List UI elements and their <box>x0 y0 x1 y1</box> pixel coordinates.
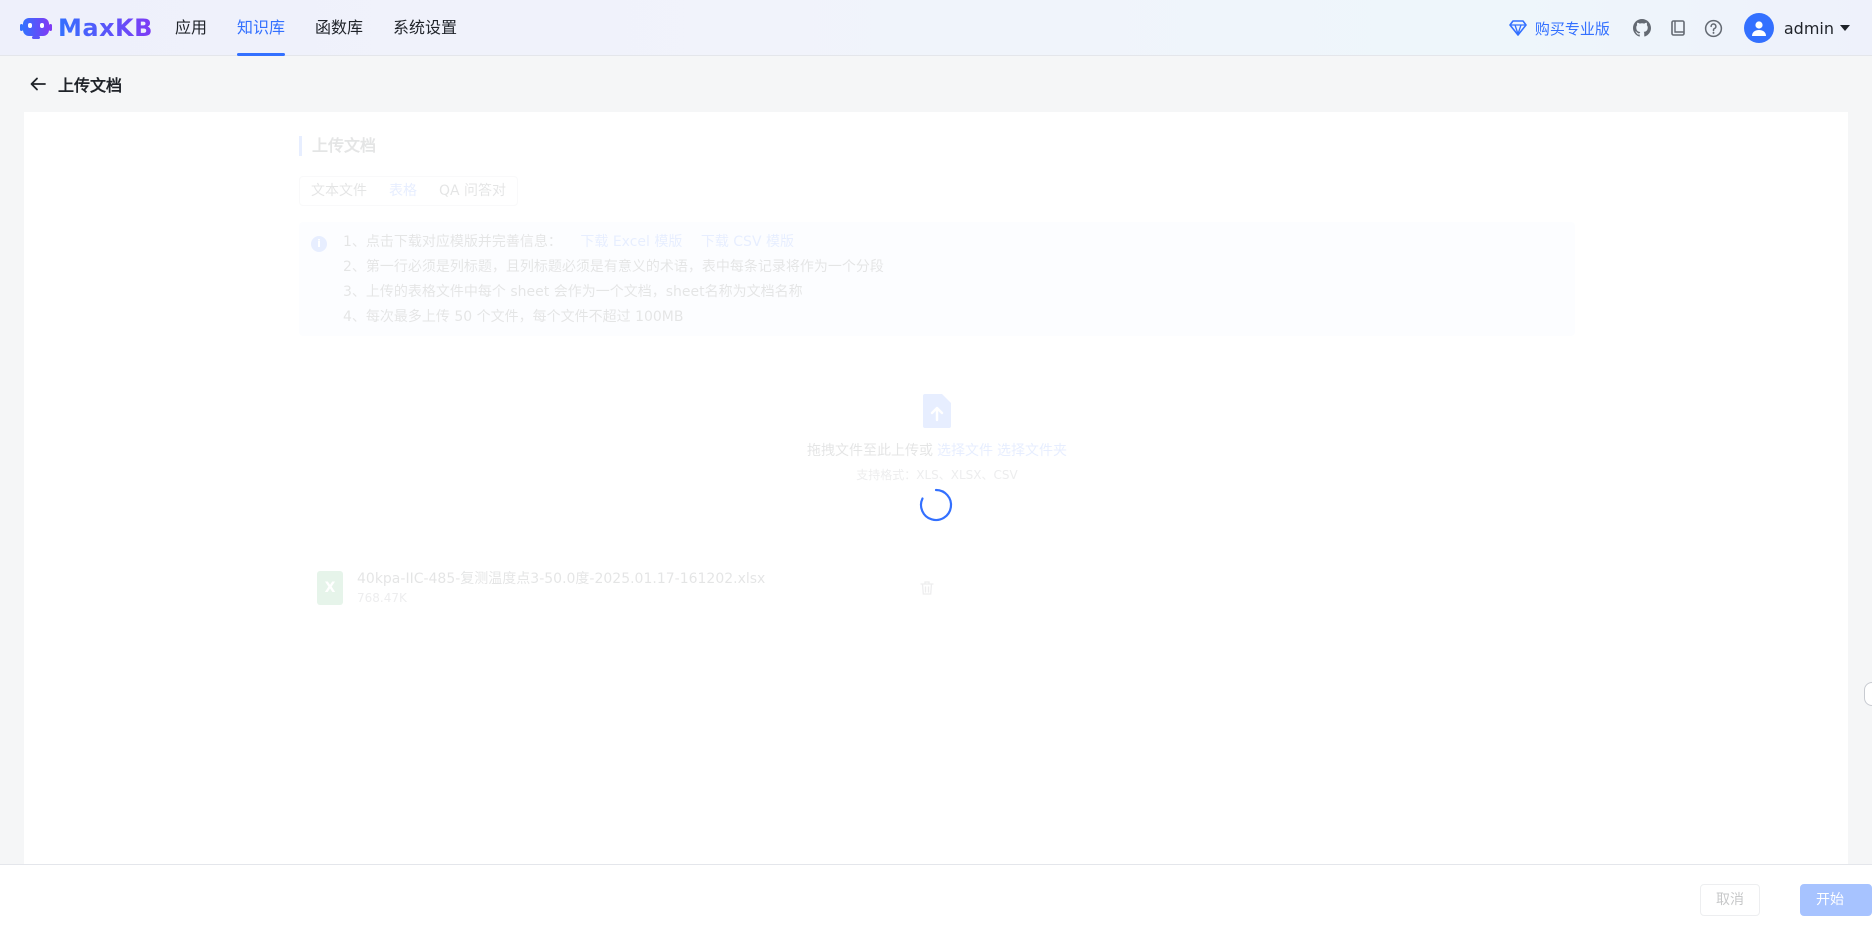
help-icon[interactable] <box>1704 18 1724 38</box>
nav-item-apps[interactable]: 应用 <box>175 0 207 56</box>
uploaded-file-item: X 40kpa-IIC-485-复测温度点3-50.0度-2025.01.17-… <box>317 564 943 612</box>
nav-item-functions[interactable]: 函数库 <box>315 0 363 56</box>
tab-qa-pairs[interactable]: QA 问答对 <box>428 177 517 205</box>
chevron-down-icon[interactable] <box>1840 25 1850 31</box>
excel-file-icon: X <box>317 571 343 605</box>
start-import-button[interactable]: 开始导入 <box>1800 884 1872 928</box>
page-header: 上传文档 <box>28 72 122 96</box>
tab-text-file[interactable]: 文本文件 <box>300 177 378 205</box>
instruction-line-3: 3、上传的表格文件中每个 sheet 会作为一个文档，sheet名称为文档名称 <box>343 284 803 300</box>
diamond-icon <box>1509 20 1527 36</box>
tab-table[interactable]: 表格 <box>378 177 428 205</box>
file-size: 768.47K <box>357 591 407 605</box>
footer-bar: 取消 开始导入 <box>0 864 1872 928</box>
arrow-left-icon[interactable] <box>28 74 48 94</box>
file-info: 40kpa-IIC-485-复测温度点3-50.0度-2025.01.17-16… <box>357 569 919 607</box>
select-folder-link[interactable]: 选择文件夹 <box>997 443 1067 459</box>
file-drop-zone[interactable]: 拖拽文件至此上传或 选择文件 选择文件夹 支持格式：XLS、XLSX、CSV <box>299 356 1575 496</box>
download-csv-link[interactable]: 下载 CSV 模版 <box>701 234 794 250</box>
instruction-line-4: 4、每次最多上传 50 个文件，每个文件不超过 100MB <box>343 309 684 325</box>
robot-logo-icon <box>20 18 52 39</box>
info-icon: i <box>311 236 327 252</box>
file-name: 40kpa-IIC-485-复测温度点3-50.0度-2025.01.17-16… <box>357 571 766 587</box>
page-title: 上传文档 <box>58 76 123 95</box>
header-actions: 购买专业版 admin <box>1509 0 1850 56</box>
supported-formats: 支持格式：XLS、XLSX、CSV <box>856 468 1018 482</box>
download-excel-link[interactable]: 下载 Excel 模版 <box>580 234 682 250</box>
section-title: 上传文档 <box>299 136 376 156</box>
nav-item-knowledge[interactable]: 知识库 <box>237 0 286 56</box>
main-nav: 应用 知识库 函数库 系统设置 <box>175 0 487 56</box>
select-file-link[interactable]: 选择文件 <box>937 443 993 459</box>
top-header: MaxKB 应用 知识库 函数库 系统设置 购买专业版 admin <box>0 0 1872 56</box>
trash-icon[interactable] <box>919 580 935 596</box>
loading-spinner-icon <box>919 488 953 522</box>
instructions-box: i 1、点击下载对应模版并完善信息： 下载 Excel 模版 下载 CSV 模版… <box>299 222 1575 336</box>
avatar[interactable] <box>1743 13 1774 43</box>
file-upload-icon <box>923 394 951 428</box>
cancel-button[interactable]: 取消 <box>1700 884 1760 916</box>
file-type-tabs: 文本文件 表格 QA 问答对 <box>299 176 519 206</box>
logo-text: MaxKB <box>58 14 153 42</box>
side-drawer-handle[interactable] <box>1864 682 1872 706</box>
buy-pro-label: 购买专业版 <box>1534 19 1610 38</box>
instruction-line-2: 2、第一行必须是列标题，且列标题必须是有意义的术语，表中每条记录将作为一个分段 <box>343 259 884 275</box>
docs-book-icon[interactable] <box>1668 18 1688 38</box>
github-icon[interactable] <box>1632 18 1652 38</box>
nav-item-settings[interactable]: 系统设置 <box>393 0 457 56</box>
buy-pro-button[interactable]: 购买专业版 <box>1509 18 1610 39</box>
instruction-line-1: 1、点击下载对应模版并完善信息： 下载 Excel 模版 下载 CSV 模版 <box>343 234 794 250</box>
maxkb-logo[interactable]: MaxKB <box>20 14 153 42</box>
user-icon <box>1751 21 1766 36</box>
drop-zone-text: 拖拽文件至此上传或 选择文件 选择文件夹 <box>807 443 1067 459</box>
user-name[interactable]: admin <box>1784 19 1834 38</box>
